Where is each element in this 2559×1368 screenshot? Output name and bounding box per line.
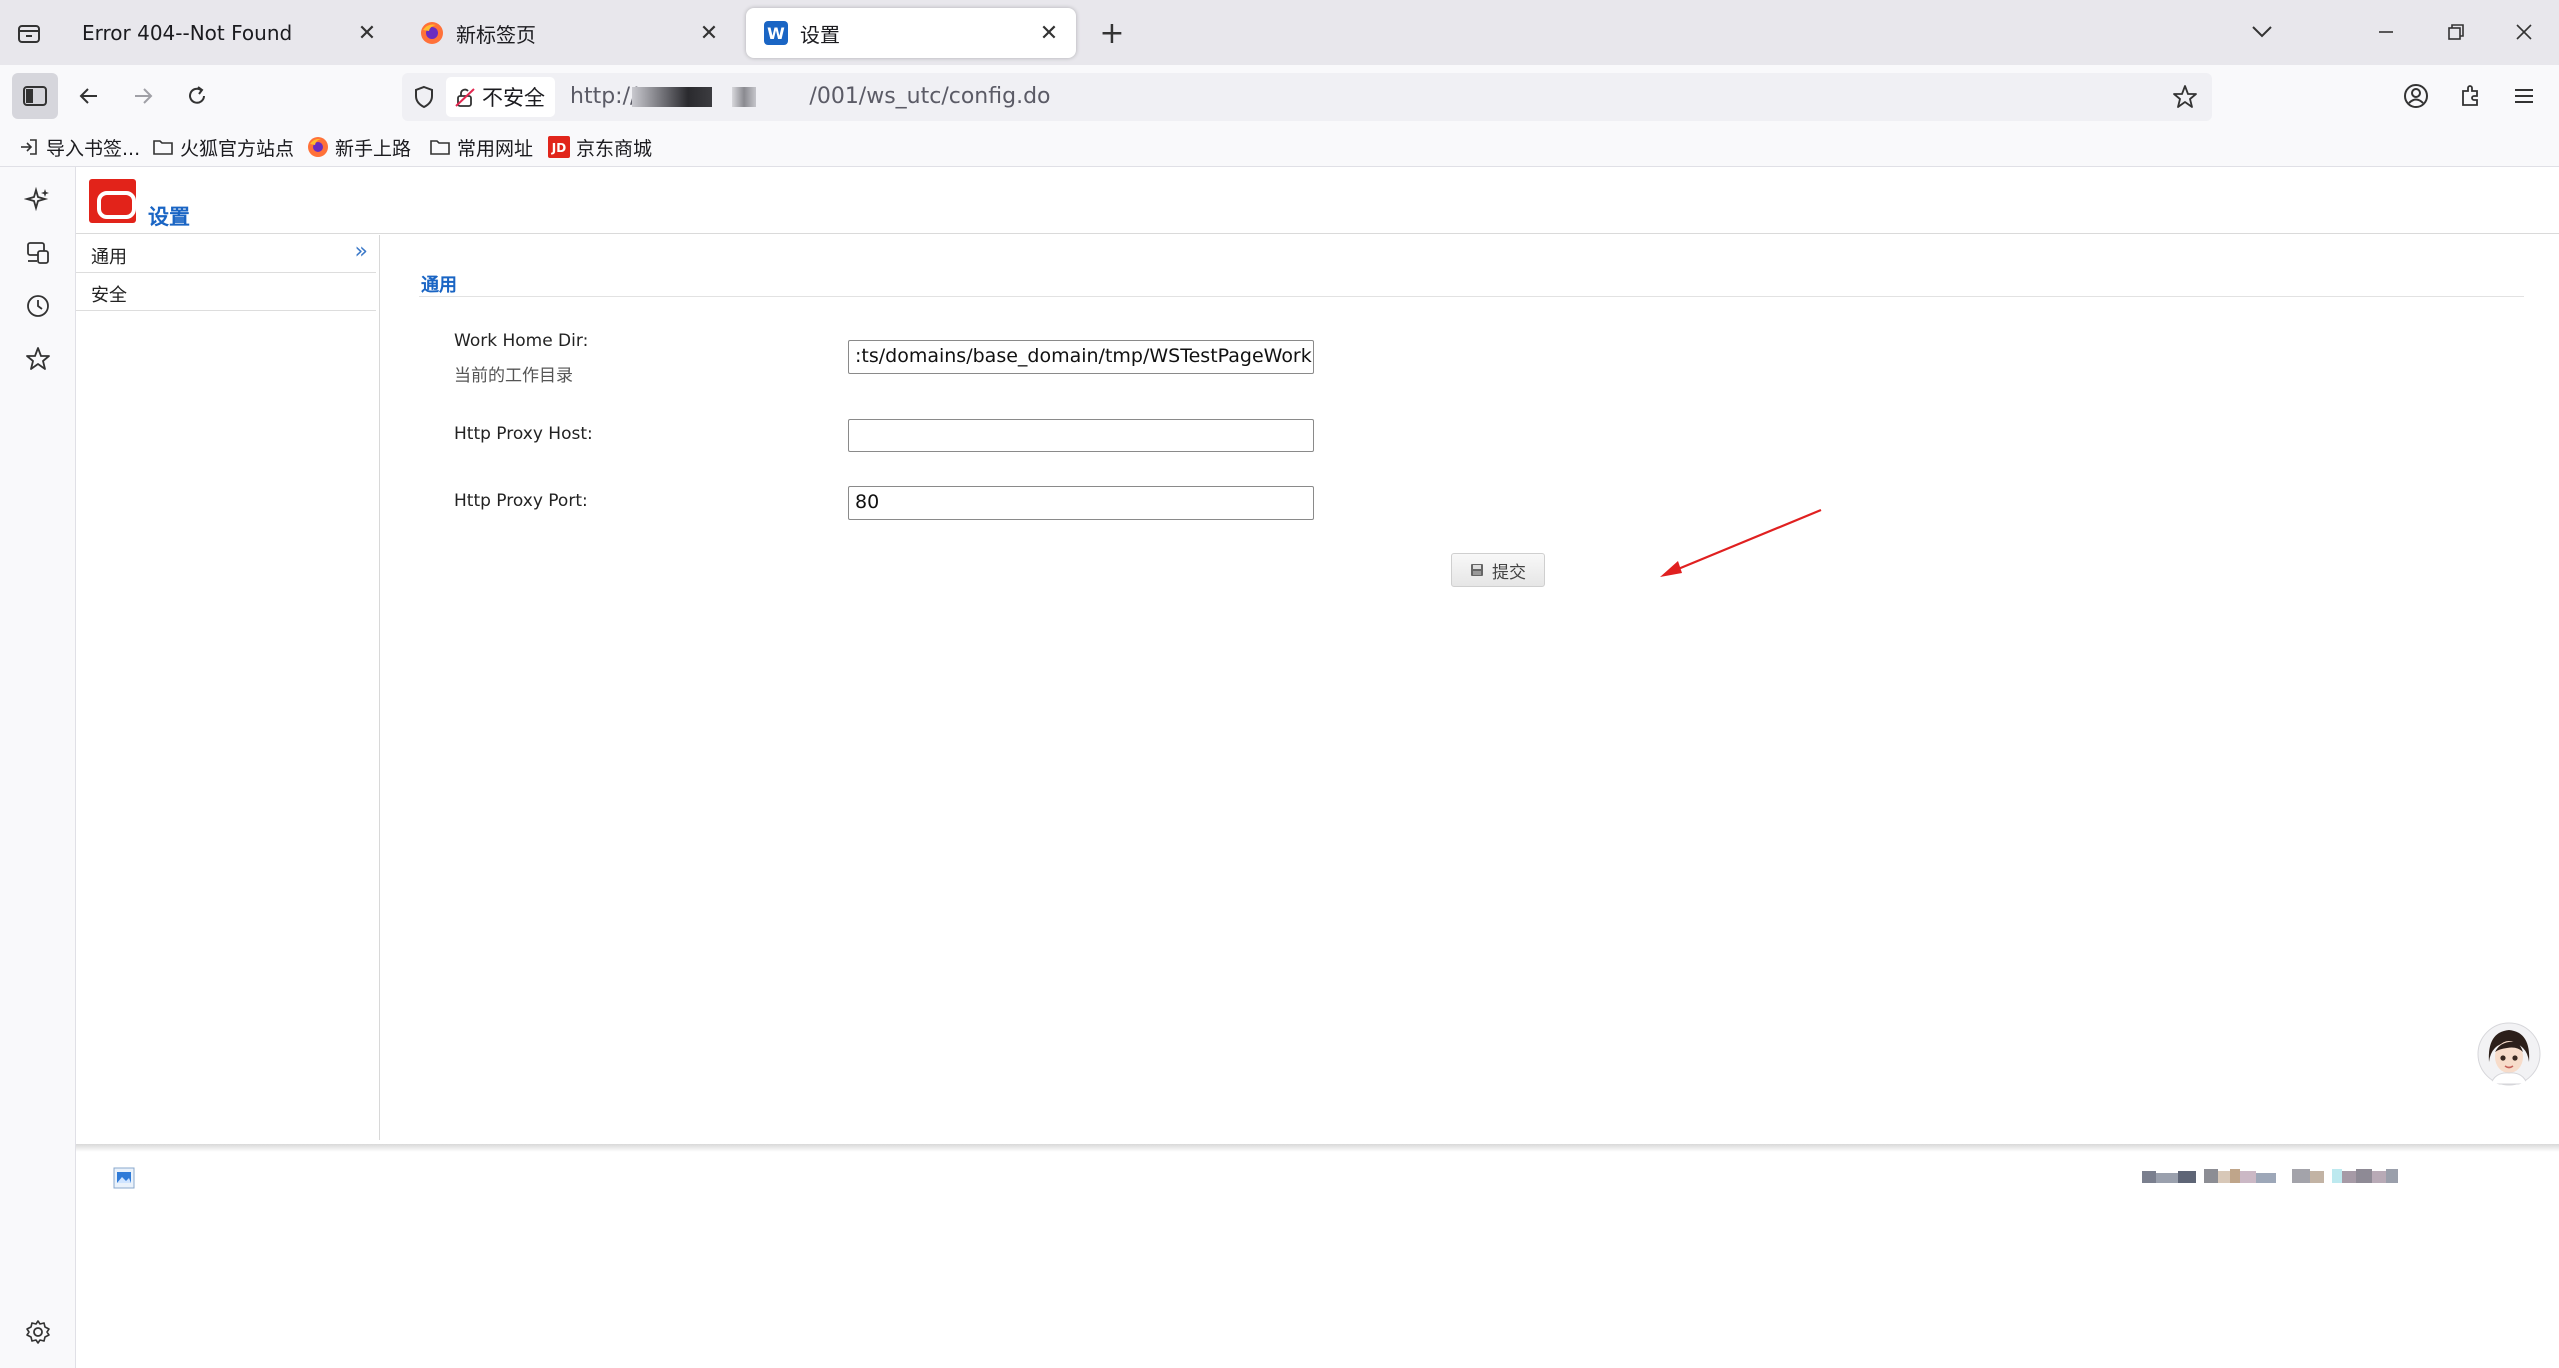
bookmark-label: 常用网址: [457, 137, 534, 160]
ai-sparkle-icon[interactable]: [19, 181, 57, 219]
bookmarks-bar: 导入书签... 火狐官方站点 新手上路 常用网址 JD 京东商城: [0, 127, 2559, 167]
annotation-arrow: [1660, 508, 1822, 577]
image-placeholder-icon: [113, 1167, 135, 1189]
svg-text:W: W: [767, 24, 785, 43]
bookmark-import[interactable]: 导入书签...: [18, 133, 140, 161]
page-header: 设置: [76, 167, 2559, 234]
settings-gear-icon[interactable]: [19, 1313, 57, 1351]
redacted-host: [632, 87, 712, 107]
svg-text:JD: JD: [551, 141, 566, 155]
page-title: 设置: [148, 205, 190, 229]
bookmark-label: 京东商城: [576, 137, 653, 160]
bookmark-getting-started[interactable]: 新手上路: [307, 133, 411, 161]
tab-settings[interactable]: W 设置 ✕: [746, 8, 1076, 58]
http-proxy-host-input[interactable]: [848, 419, 1314, 452]
list-tabs-icon[interactable]: [2242, 14, 2282, 50]
folder-icon: [430, 140, 450, 155]
forward-icon[interactable]: [120, 73, 166, 119]
tab-overview-icon[interactable]: [14, 18, 44, 48]
browser-sidebar: [0, 167, 76, 1368]
minimize-icon[interactable]: [2366, 14, 2406, 50]
page-content: 设置 通用 » 安全 通用 Work Home Dir: 当前的工作目录 :ts…: [76, 167, 2559, 1368]
tab-title: Error 404--Not Found: [82, 21, 293, 45]
close-icon[interactable]: ✕: [696, 20, 722, 46]
folder-icon: [153, 140, 173, 155]
menu-icon[interactable]: [2501, 73, 2547, 119]
section-title: 通用: [421, 275, 457, 296]
url-suffix: /001/ws_utc/config.do: [809, 84, 1051, 109]
not-secure-indicator[interactable]: 不安全: [446, 77, 555, 117]
tab-title: 设置: [800, 22, 840, 47]
close-icon[interactable]: ✕: [1036, 20, 1062, 46]
work-home-dir-sublabel: 当前的工作目录: [454, 366, 573, 386]
bottom-divider: [76, 1144, 2559, 1152]
broken-lock-icon: [455, 88, 475, 107]
http-proxy-port-label: Http Proxy Port:: [454, 491, 588, 511]
history-icon[interactable]: [19, 287, 57, 325]
back-icon[interactable]: [66, 73, 112, 119]
shield-icon[interactable]: [412, 85, 436, 109]
weblogic-icon: W: [764, 21, 788, 45]
extensions-icon[interactable]: [2447, 73, 2493, 119]
bookmark-label: 火狐官方站点: [180, 137, 295, 160]
tab-error-404[interactable]: Error 404--Not Found ✕: [64, 8, 394, 58]
synced-tabs-icon[interactable]: [19, 234, 57, 272]
bookmark-label: 新手上路: [335, 137, 412, 160]
work-home-dir-label: Work Home Dir:: [454, 331, 589, 351]
bookmark-star-icon[interactable]: [2172, 84, 2198, 110]
nav-item-general[interactable]: 通用 »: [76, 235, 376, 273]
save-icon: [1471, 564, 1483, 576]
nav-item-security[interactable]: 安全: [76, 273, 376, 311]
oracle-logo: [89, 179, 136, 223]
section-divider: [419, 296, 2524, 297]
firefox-icon: [421, 22, 443, 44]
work-home-dir-input[interactable]: :ts/domains/base_domain/tmp/WSTestPageWo…: [848, 340, 1314, 374]
not-secure-label: 不安全: [482, 86, 545, 110]
submit-label: 提交: [1492, 562, 1526, 583]
close-icon[interactable]: ✕: [354, 20, 380, 46]
redacted-status-strip: [2142, 1167, 2559, 1185]
bookmark-label: 导入书签...: [46, 137, 141, 160]
bookmark-firefox-site[interactable]: 火狐官方站点: [152, 133, 294, 161]
nav-item-label: 通用: [91, 247, 127, 268]
jd-icon: JD: [548, 136, 570, 158]
http-proxy-host-label: Http Proxy Host:: [454, 424, 593, 444]
url-bar[interactable]: 不安全 http:// /001/ws_utc/config.do: [402, 73, 2212, 121]
window-close-icon[interactable]: [2504, 14, 2544, 50]
reload-icon[interactable]: [174, 73, 220, 119]
tab-title: 新标签页: [456, 22, 536, 47]
http-proxy-port-input[interactable]: 80: [848, 486, 1314, 520]
sidebar-toggle-icon[interactable]: [12, 73, 58, 119]
submit-button[interactable]: 提交: [1451, 553, 1545, 587]
firefox-icon: [308, 137, 328, 157]
import-icon: [21, 139, 37, 155]
assistant-avatar[interactable]: [2477, 1022, 2541, 1086]
bookmarks-star-icon[interactable]: [19, 340, 57, 378]
account-icon[interactable]: [2393, 73, 2439, 119]
new-tab-button[interactable]: +: [1092, 14, 1132, 52]
settings-form: 通用 Work Home Dir: 当前的工作目录 :ts/domains/ba…: [381, 235, 2559, 1140]
bookmark-jd[interactable]: JD 京东商城: [548, 133, 652, 161]
restore-icon[interactable]: [2436, 14, 2476, 50]
tab-strip: Error 404--Not Found ✕ 新标签页 ✕ W 设置 ✕ +: [0, 0, 2559, 65]
nav-item-label: 安全: [91, 285, 127, 306]
bookmark-common-sites[interactable]: 常用网址: [429, 133, 533, 161]
url-prefix: http://: [570, 84, 638, 109]
double-chevron-right-icon[interactable]: »: [355, 239, 368, 264]
redacted-port: [732, 87, 756, 107]
settings-nav: 通用 » 安全: [76, 235, 380, 1140]
tab-new-tab[interactable]: 新标签页 ✕: [402, 8, 736, 58]
nav-toolbar: 不安全 http:// /001/ws_utc/config.do: [0, 65, 2559, 127]
